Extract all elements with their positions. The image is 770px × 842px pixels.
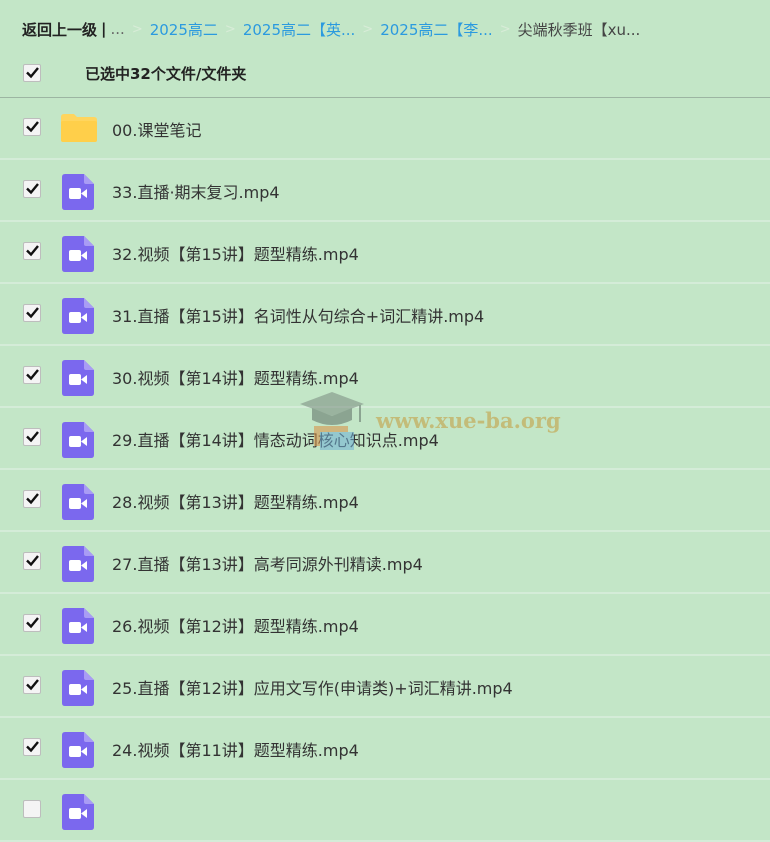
video-file-icon — [62, 236, 94, 276]
check-icon — [26, 67, 39, 79]
selection-count-label: 已选中32个文件/文件夹 — [85, 65, 247, 83]
watermark-text: www.xue-ba.org — [376, 408, 561, 433]
file-row[interactable]: 27.直播【第13讲】高考同源外刊精读.mp4 — [0, 532, 770, 594]
check-icon — [26, 617, 39, 629]
check-icon — [26, 555, 39, 567]
chevron-right-icon: > — [131, 21, 143, 37]
file-name[interactable]: 31.直播【第15讲】名词性从句综合+词汇精讲.mp4 — [112, 303, 484, 327]
file-name[interactable]: 28.视频【第13讲】题型精练.mp4 — [112, 489, 359, 513]
file-checkbox[interactable] — [23, 428, 41, 446]
file-name[interactable]: 32.视频【第15讲】题型精练.mp4 — [112, 241, 359, 265]
file-checkbox[interactable] — [23, 304, 41, 322]
file-row[interactable]: 00.课堂笔记 — [0, 98, 770, 160]
file-row[interactable]: 24.视频【第11讲】题型精练.mp4 — [0, 718, 770, 780]
file-row[interactable]: 25.直播【第12讲】应用文写作(申请类)+词汇精讲.mp4 — [0, 656, 770, 718]
file-checkbox[interactable] — [23, 242, 41, 260]
breadcrumb: 返回上一级 | ... > 2025高二 > 2025高二【英... > 202… — [22, 18, 760, 40]
file-row[interactable]: 26.视频【第12讲】题型精练.mp4 — [0, 594, 770, 656]
file-name[interactable]: 25.直播【第12讲】应用文写作(申请类)+词汇精讲.mp4 — [112, 675, 513, 699]
selection-header: 已选中32个文件/文件夹 — [0, 55, 770, 98]
breadcrumb-current: 尖端秋季班【xu... — [517, 20, 641, 39]
file-checkbox[interactable] — [23, 738, 41, 756]
breadcrumb-item[interactable]: 2025高二 — [150, 19, 218, 40]
breadcrumb-item[interactable]: 2025高二【李... — [380, 19, 492, 40]
file-checkbox[interactable] — [23, 676, 41, 694]
check-icon — [26, 183, 39, 195]
file-row[interactable]: 28.视频【第13讲】题型精练.mp4 — [0, 470, 770, 532]
file-checkbox[interactable] — [23, 180, 41, 198]
file-row[interactable]: 31.直播【第15讲】名词性从句综合+词汇精讲.mp4 — [0, 284, 770, 346]
select-all-checkbox[interactable] — [23, 64, 41, 82]
file-row[interactable]: 32.视频【第15讲】题型精练.mp4 — [0, 222, 770, 284]
file-name[interactable]: 24.视频【第11讲】题型精练.mp4 — [112, 737, 359, 761]
file-checkbox[interactable] — [23, 366, 41, 384]
breadcrumb-item[interactable]: 2025高二【英... — [243, 19, 355, 40]
check-icon — [26, 431, 39, 443]
video-file-icon — [62, 794, 94, 834]
file-checkbox[interactable] — [23, 614, 41, 632]
file-row[interactable] — [0, 780, 770, 842]
file-name[interactable]: 00.课堂笔记 — [112, 117, 201, 141]
check-icon — [26, 493, 39, 505]
video-file-icon — [62, 608, 94, 648]
video-file-icon — [62, 298, 94, 338]
video-file-icon — [62, 670, 94, 710]
chevron-right-icon: > — [362, 21, 374, 37]
watermark: www.xue-ba.org — [298, 388, 561, 458]
folder-icon — [60, 113, 98, 147]
file-checkbox[interactable] — [23, 118, 41, 136]
file-name[interactable]: 27.直播【第13讲】高考同源外刊精读.mp4 — [112, 551, 423, 575]
file-checkbox[interactable] — [23, 800, 41, 818]
video-file-icon — [62, 422, 94, 462]
graduation-cap-icon — [300, 392, 364, 450]
file-row[interactable]: 33.直播·期末复习.mp4 — [0, 160, 770, 222]
video-file-icon — [62, 732, 94, 772]
video-file-icon — [62, 360, 94, 400]
file-checkbox[interactable] — [23, 552, 41, 570]
check-icon — [26, 679, 39, 691]
file-name[interactable]: 30.视频【第14讲】题型精练.mp4 — [112, 365, 359, 389]
breadcrumb-separator: | — [101, 20, 107, 38]
file-name[interactable]: 33.直播·期末复习.mp4 — [112, 179, 280, 203]
back-link[interactable]: 返回上一级 — [22, 19, 97, 40]
check-icon — [26, 307, 39, 319]
file-checkbox[interactable] — [23, 490, 41, 508]
check-icon — [26, 121, 39, 133]
file-list: 00.课堂笔记 33.直播·期末复习.mp4 32.视频【第15讲】题型精练.mp4… — [0, 98, 770, 842]
chevron-right-icon: > — [499, 21, 511, 37]
check-icon — [26, 245, 39, 257]
file-name[interactable]: 26.视频【第12讲】题型精练.mp4 — [112, 613, 359, 637]
check-icon — [26, 741, 39, 753]
check-icon — [26, 369, 39, 381]
video-file-icon — [62, 546, 94, 586]
chevron-right-icon: > — [224, 21, 236, 37]
breadcrumb-ellipsis[interactable]: ... — [111, 20, 125, 38]
video-file-icon — [62, 174, 94, 214]
video-file-icon — [62, 484, 94, 524]
